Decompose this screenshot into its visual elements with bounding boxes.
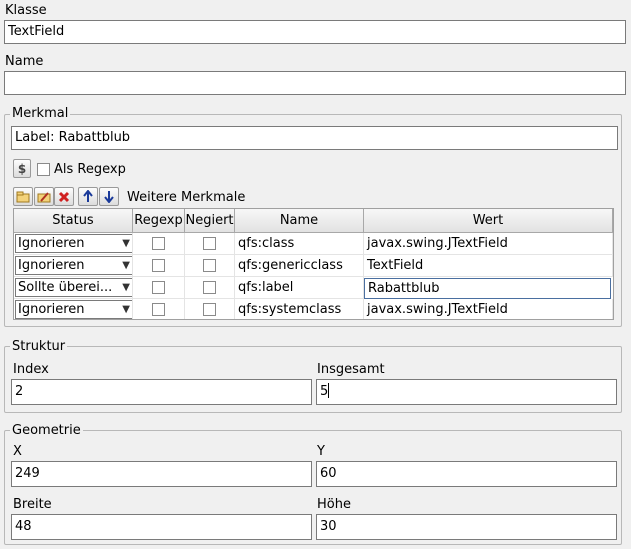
hoehe-field[interactable]: 30 — [316, 514, 617, 540]
delete-icon[interactable] — [54, 187, 74, 206]
dollar-icon[interactable]: $ — [13, 159, 31, 178]
column-header-status[interactable]: Status — [14, 209, 133, 233]
weitere-merkmale-label: Weitere Merkmale — [127, 190, 246, 205]
regexp-checkbox[interactable] — [152, 259, 165, 272]
als-regexp-checkbox[interactable] — [37, 163, 50, 176]
insgesamt-field[interactable]: 5 — [316, 379, 617, 405]
regexp-checkbox[interactable] — [152, 303, 165, 316]
status-combo[interactable]: Ignorieren ▼ — [15, 234, 132, 253]
column-header-name[interactable]: Name — [235, 209, 364, 233]
new-icon[interactable] — [13, 187, 33, 206]
negiert-checkbox[interactable] — [203, 281, 216, 294]
table-row[interactable]: Ignorieren ▼ qfs:systemclass javax.swing.… — [14, 299, 613, 319]
edit-icon[interactable] — [34, 187, 54, 206]
geometrie-legend: Geometrie — [10, 423, 83, 439]
cell-name[interactable]: qfs:label — [235, 277, 364, 299]
cell-name[interactable]: qfs:systemclass — [235, 299, 364, 319]
move-down-icon[interactable] — [99, 187, 119, 206]
cell-wert-editor[interactable]: Rabattblub — [364, 278, 611, 299]
status-combo[interactable]: Ignorieren ▼ — [15, 300, 132, 319]
table-row[interactable]: Ignorieren ▼ qfs:class javax.swing.JTextF… — [14, 233, 613, 255]
negiert-checkbox[interactable] — [203, 237, 216, 250]
cell-name[interactable]: qfs:class — [235, 233, 364, 255]
name-label: Name — [5, 54, 44, 69]
move-up-icon[interactable] — [78, 187, 98, 206]
y-field[interactable]: 60 — [316, 461, 617, 487]
breite-field[interactable]: 48 — [11, 514, 312, 540]
hoehe-label: Höhe — [317, 497, 351, 512]
column-header-wert[interactable]: Wert — [364, 209, 613, 233]
als-regexp-label: Als Regexp — [54, 162, 126, 177]
negiert-checkbox[interactable] — [203, 259, 216, 272]
cell-wert[interactable]: TextField — [364, 255, 613, 277]
regexp-checkbox[interactable] — [152, 281, 165, 294]
cell-wert[interactable]: javax.swing.JTextField — [364, 299, 613, 319]
merkmale-table: Status Regexp Negiert Name Wert Ignorier… — [13, 208, 614, 320]
name-field[interactable] — [4, 71, 626, 95]
column-header-negiert[interactable]: Negiert — [185, 209, 235, 233]
insgesamt-label: Insgesamt — [317, 362, 385, 377]
struktur-legend: Struktur — [10, 339, 68, 355]
index-label: Index — [13, 362, 49, 377]
merkmal-field[interactable]: Label: Rabattblub — [11, 126, 618, 150]
status-combo[interactable]: Sollte überei... ▼ — [15, 278, 132, 297]
table-row[interactable]: Sollte überei... ▼ qfs:label Rabattblub — [14, 277, 613, 299]
breite-label: Breite — [13, 497, 52, 512]
klasse-field[interactable]: TextField — [4, 20, 626, 44]
merkmal-legend: Merkmal — [10, 106, 71, 122]
klasse-label: Klasse — [5, 3, 47, 18]
cell-name[interactable]: qfs:genericclass — [235, 255, 364, 277]
column-header-regexp[interactable]: Regexp — [133, 209, 185, 233]
negiert-checkbox[interactable] — [203, 303, 216, 316]
regexp-checkbox[interactable] — [152, 237, 165, 250]
x-label: X — [13, 444, 22, 459]
cell-wert[interactable]: javax.swing.JTextField — [364, 233, 613, 255]
index-field[interactable]: 2 — [11, 379, 312, 405]
x-field[interactable]: 249 — [11, 461, 312, 487]
status-combo[interactable]: Ignorieren ▼ — [15, 256, 132, 275]
table-row[interactable]: Ignorieren ▼ qfs:genericclass TextField — [14, 255, 613, 277]
y-label: Y — [317, 444, 325, 459]
